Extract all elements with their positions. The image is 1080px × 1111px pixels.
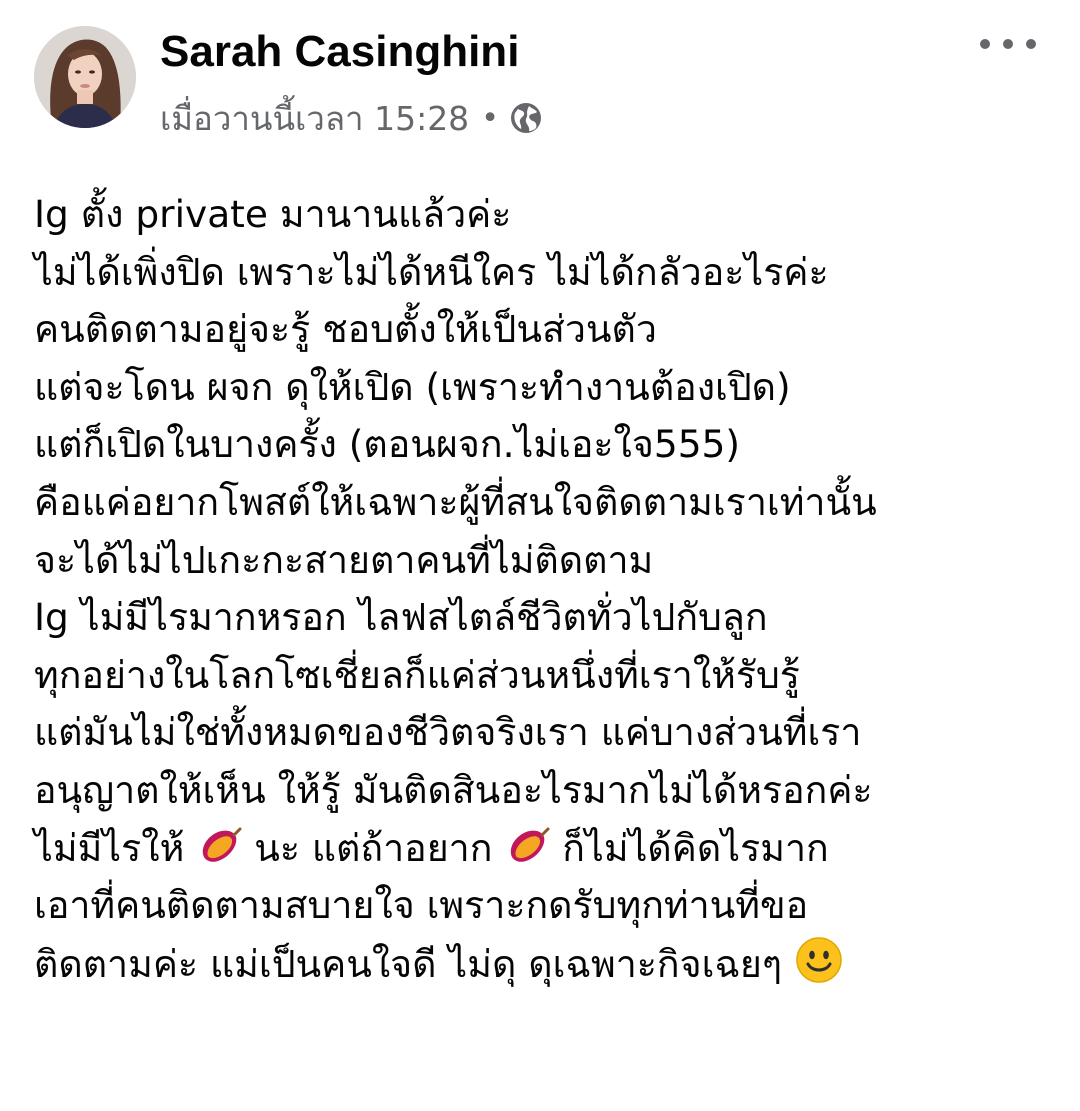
post-text-line-with-emoji: ไม่มีไรให้ นะ แต่ถ้าอยาก ก็ไม่ได้คิดไรมา… — [34, 820, 1054, 878]
post-text-line: แต่มันไม่ใช่ทั้งหมดของชีวิตจริงเรา แค่บา… — [34, 710, 862, 755]
post-text-line-with-emoji: ติดตามค่ะ แม่เป็นคนใจดี ไม่ดุ ดุเฉพาะกิจ… — [34, 935, 1054, 993]
post-text: Ig ตั้ง private มานานแล้วค่ะ ไม่ได้เพิ่ง… — [34, 186, 1054, 992]
more-options-button[interactable] — [980, 22, 1036, 66]
post-text-line: เอาที่คนติดตามสบายใจ เพราะกดรับทุกท่านที… — [34, 883, 809, 928]
post-text-line: ไม่ได้เพิ่งปิด เพราะไม่ได้หนีใคร ไม่ได้ก… — [34, 249, 829, 294]
post-timestamp[interactable]: เมื่อวานนี้เวลา 15:28 — [160, 92, 469, 145]
post-text-line: คนติดตามอยู่จะรู้ ชอบตั้งให้เป็นส่วนตัว — [34, 307, 657, 352]
author-name[interactable]: Sarah Casinghini — [160, 24, 519, 80]
post-text-line: คือแค่อยากโพสต์ให้เฉพาะผู้ที่สนใจติดตามเ… — [34, 479, 877, 524]
profile-photo-icon — [34, 26, 136, 128]
sweet-potato-icon — [504, 823, 550, 886]
post-text-line: แต่จะโดน ผจก ดุให้เปิด (เพราะทำงานต้องเป… — [34, 364, 791, 409]
post-text-line: ทุกอย่างในโลกโซเชี่ยลก็แค่ส่วนหนึ่งที่เร… — [34, 652, 800, 697]
post-text-line: จะได้ไม่ไปเกะกะสายตาคนที่ไม่ติดตาม — [34, 537, 654, 582]
post-meta: เมื่อวานนี้เวลา 15:28 • — [160, 92, 543, 144]
smiling-face-icon — [794, 935, 844, 1002]
post-text-line: Ig ตั้ง private มานานแล้วค่ะ — [34, 192, 512, 236]
post-text-line: อนุญาตให้เห็น ให้รู้ มันติดสินอะไรมากไม่… — [34, 767, 873, 812]
meta-separator: • — [481, 100, 499, 136]
more-options-icon — [1003, 39, 1013, 49]
facebook-post: Sarah Casinghini เมื่อวานนี้เวลา 15:28 •… — [0, 0, 1080, 1111]
post-text-segment: ติดตามค่ะ แม่เป็นคนใจดี ไม่ดุ ดุเฉพาะกิจ… — [34, 941, 783, 986]
post-text-segment: ก็ไม่ได้คิดไรมาก — [562, 825, 829, 870]
post-text-line: แต่ก็เปิดในบางครั้ง (ตอนผจก.ไม่เอะใจ555) — [34, 422, 741, 467]
post-text-segment: นะ แต่ถ้าอยาก — [254, 825, 493, 870]
more-options-icon — [980, 39, 990, 49]
sweet-potato-icon — [196, 823, 242, 886]
avatar[interactable] — [34, 26, 136, 128]
globe-icon[interactable] — [509, 101, 543, 135]
post-text-line: Ig ไม่มีไรมากหรอก ไลฟสไตล์ชีวิตทั่วไปกับ… — [34, 595, 768, 640]
post-text-segment: ไม่มีไรให้ — [34, 825, 185, 870]
more-options-icon — [1026, 39, 1036, 49]
